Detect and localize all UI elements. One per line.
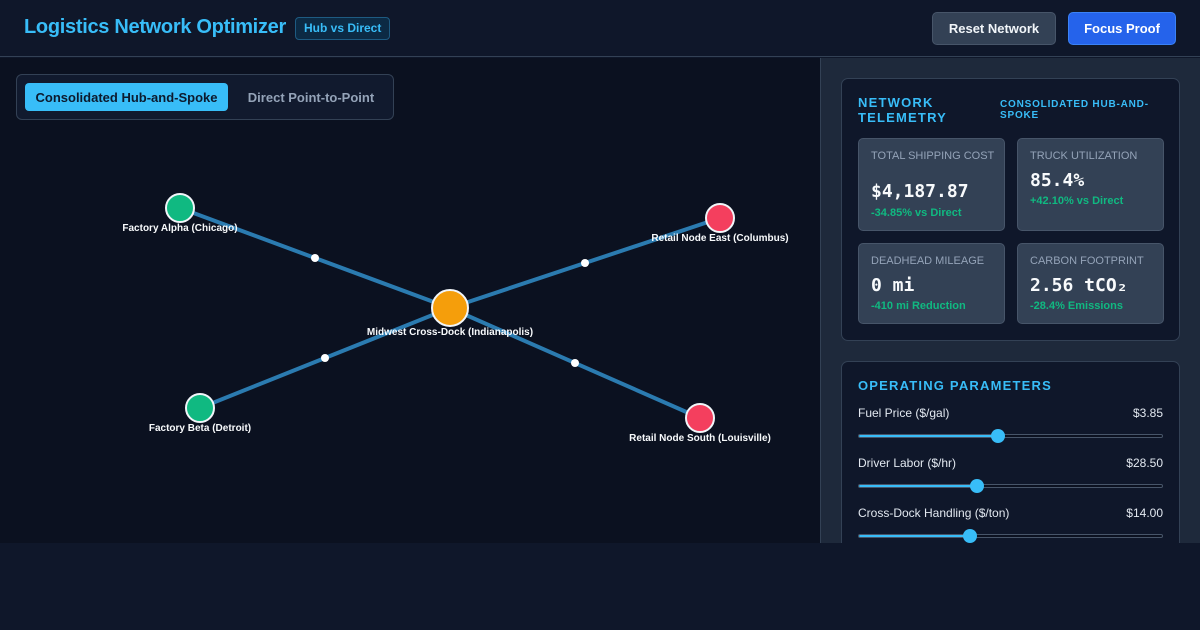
driver-labor-slider[interactable] — [858, 479, 1163, 493]
route-midpoint-marker — [321, 354, 329, 362]
network-mode-toggle: Consolidated Hub-and-Spoke Direct Point-… — [16, 74, 394, 120]
metric-label: Total Shipping Cost — [871, 150, 995, 162]
metric-label: Carbon Footprint — [1030, 255, 1144, 267]
slider-fill — [859, 435, 999, 437]
slider-fill — [859, 535, 970, 537]
node-label-retail-south: Retail Node South (Louisville) — [629, 433, 771, 444]
focus-proof-button[interactable]: Focus Proof — [1068, 12, 1176, 45]
telemetry-mode-label: Consolidated Hub-and-Spoke — [1000, 99, 1149, 121]
fuel-price-slider[interactable] — [858, 429, 1163, 443]
cross-dock-handling-slider[interactable] — [858, 529, 1163, 543]
sidebar: Network Telemetry Consolidated Hub-and-S… — [821, 58, 1200, 543]
param-name: Fuel Price ($/gal) — [858, 406, 950, 420]
param-driver-labor: Driver Labor ($/hr) $28.50 — [858, 456, 1163, 502]
mode-badge: Hub vs Direct — [295, 17, 391, 40]
node-factory-alpha[interactable] — [165, 193, 195, 223]
metric-deadhead-mileage: Deadhead Mileage 0 mi -410 mi Reduction — [858, 243, 1005, 324]
param-value: $3.85 — [1132, 406, 1163, 420]
app-title: Logistics Network Optimizer — [24, 16, 286, 38]
node-label-factory-alpha: Factory Alpha (Chicago) — [122, 223, 237, 234]
tab-consolidated-hub-and-spoke[interactable]: Consolidated Hub-and-Spoke — [25, 83, 228, 111]
operating-parameters-card: Operating Parameters Fuel Price ($/gal) … — [841, 361, 1180, 543]
metric-truck-utilization: Truck Utilization 85.4% +42.10% vs Direc… — [1017, 138, 1164, 231]
tab-direct-point-to-point[interactable]: Direct Point-to-Point — [237, 83, 385, 111]
metric-value: 2.56 tCO₂ — [1030, 275, 1128, 296]
network-map-panel: Factory Alpha (Chicago) Factory Beta (Det… — [0, 58, 821, 543]
metric-label: Truck Utilization — [1030, 150, 1138, 162]
node-label-hub: Midwest Cross-Dock (Indianapolis) — [367, 327, 533, 338]
metric-carbon-footprint: Carbon Footprint 2.56 tCO₂ -28.4% Emissi… — [1017, 243, 1164, 324]
param-value: $14.00 — [1126, 506, 1163, 520]
node-hub[interactable] — [431, 289, 469, 327]
app-header: Logistics Network Optimizer Hub vs Direc… — [0, 0, 1200, 57]
slider-thumb[interactable] — [970, 479, 985, 493]
metric-delta: -410 mi Reduction — [871, 300, 966, 312]
metric-value: $4,187.87 — [871, 181, 969, 202]
node-label-factory-beta: Factory Beta (Detroit) — [149, 423, 251, 434]
network-telemetry-card: Network Telemetry Consolidated Hub-and-S… — [841, 78, 1180, 341]
network-map: Factory Alpha (Chicago) Factory Beta (Det… — [122, 193, 789, 444]
telemetry-title: Network Telemetry — [858, 95, 948, 125]
route-midpoint-marker — [581, 259, 589, 267]
slider-thumb[interactable] — [991, 429, 1006, 443]
metric-value: 85.4% — [1030, 170, 1085, 191]
node-label-retail-east: Retail Node East (Columbus) — [651, 233, 788, 244]
node-retail-south[interactable] — [685, 403, 715, 433]
param-fuel-price: Fuel Price ($/gal) $3.85 — [858, 406, 1163, 452]
node-factory-beta[interactable] — [185, 393, 215, 423]
node-retail-east[interactable] — [705, 203, 735, 233]
slider-thumb[interactable] — [962, 529, 977, 543]
route-midpoint-marker — [311, 254, 319, 262]
param-name: Driver Labor ($/hr) — [858, 456, 957, 470]
metric-delta: -28.4% Emissions — [1030, 300, 1123, 312]
metric-delta: -34.85% vs Direct — [871, 207, 962, 219]
reset-network-button[interactable]: Reset Network — [932, 12, 1056, 45]
metric-delta: +42.10% vs Direct — [1030, 195, 1124, 207]
metric-label: Deadhead Mileage — [871, 255, 985, 267]
slider-fill — [859, 485, 978, 487]
parameters-title: Operating Parameters — [858, 378, 1052, 393]
metric-total-shipping-cost: Total Shipping Cost $4,187.87 -34.85% vs… — [858, 138, 1005, 231]
route-midpoint-marker — [571, 359, 579, 367]
metric-value: 0 mi — [871, 275, 915, 296]
param-name: Cross-Dock Handling ($/ton) — [858, 506, 1010, 520]
param-cross-dock-handling: Cross-Dock Handling ($/ton) $14.00 — [858, 506, 1163, 543]
param-value: $28.50 — [1126, 456, 1163, 470]
